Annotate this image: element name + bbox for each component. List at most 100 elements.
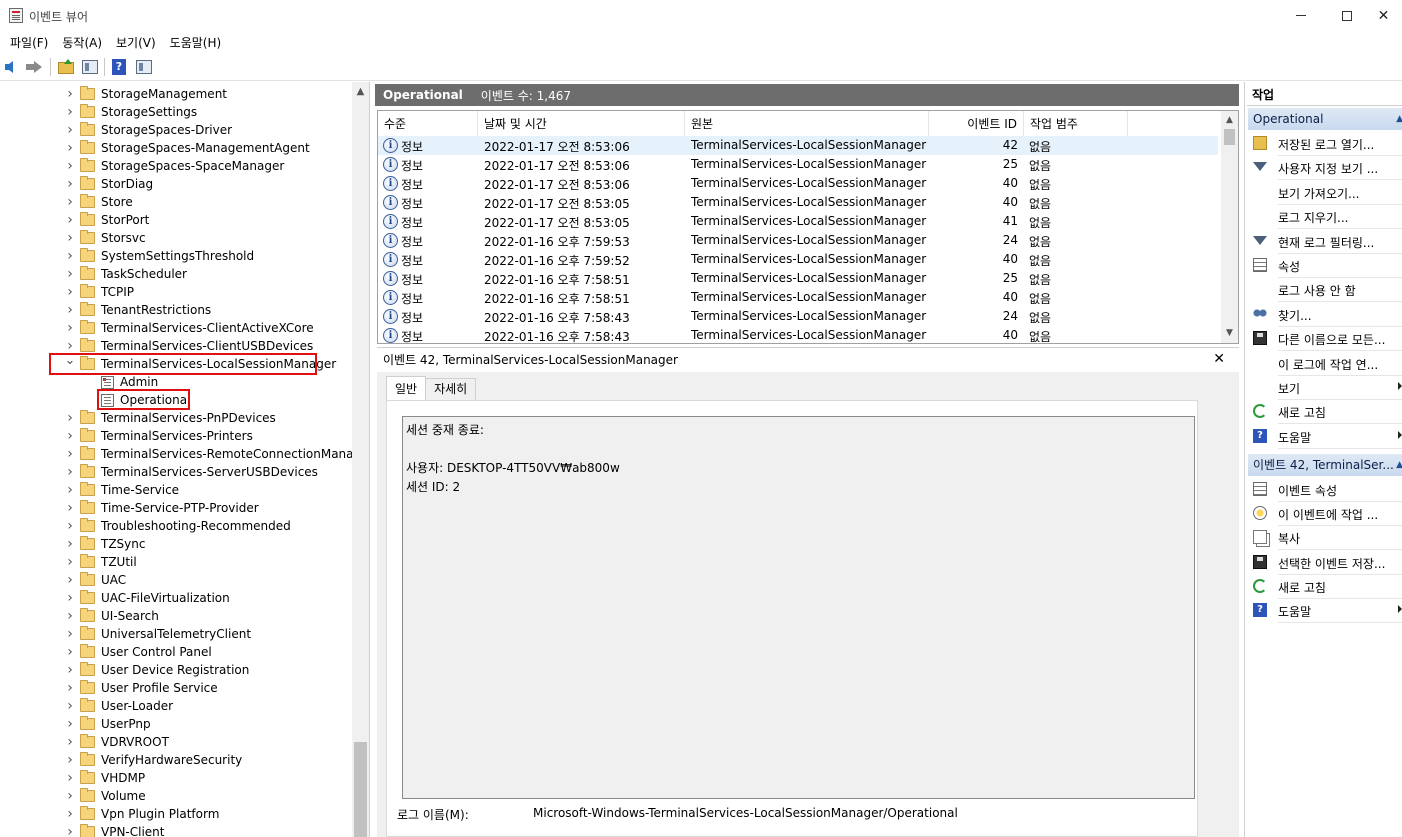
forward-button[interactable] (26, 58, 44, 76)
chevron-right-icon[interactable]: › (64, 555, 76, 569)
chevron-right-icon[interactable]: › (64, 717, 76, 731)
help-button[interactable]: ? (110, 58, 128, 76)
event-row[interactable]: i 정보 2022-01-16 오후 7:58:51 TerminalServices… (378, 269, 1218, 288)
tree-item[interactable]: › Vpn Plugin Platform (0, 805, 352, 823)
chevron-right-icon[interactable]: › (64, 231, 76, 245)
chevron-right-icon[interactable]: › (64, 591, 76, 605)
tree-item[interactable]: › StorageSettings (0, 103, 352, 121)
chevron-right-icon[interactable]: › (64, 447, 76, 461)
event-row[interactable]: i 정보 2022-01-16 오후 7:58:51 TerminalServices… (378, 288, 1218, 307)
column-source[interactable]: 원본 (685, 111, 929, 136)
tree-item[interactable]: › User-Loader (0, 697, 352, 715)
tree-item[interactable]: › StorageSpaces-SpaceManager (0, 157, 352, 175)
tree-item[interactable]: › TZSync (0, 535, 352, 553)
tree-item[interactable]: › TerminalServices-ClientActiveXCore (0, 319, 352, 337)
action-item[interactable]: 다른 이름으로 모든... (1248, 326, 1402, 350)
tree-item[interactable]: › Time-Service (0, 481, 352, 499)
chevron-right-icon[interactable]: › (64, 249, 76, 263)
action-item[interactable]: 복사 (1248, 525, 1402, 549)
action-item[interactable]: ? 도움말 (1248, 424, 1402, 448)
close-detail-icon[interactable]: ✕ (1213, 351, 1225, 367)
event-list-scrollbar[interactable]: ▲ ▼ (1221, 111, 1238, 343)
chevron-right-icon[interactable]: › (64, 141, 76, 155)
event-row[interactable]: i 정보 2022-01-16 오후 7:59:53 TerminalServices… (378, 231, 1218, 250)
chevron-right-icon[interactable]: › (64, 159, 76, 173)
tree-item[interactable]: › StorDiag (0, 175, 352, 193)
event-row[interactable]: i 정보 2022-01-17 오전 8:53:06 TerminalServices… (378, 174, 1218, 193)
chevron-right-icon[interactable]: › (64, 213, 76, 227)
tree-item[interactable]: › StorageManagement (0, 85, 352, 103)
tree-item[interactable]: › StorageSpaces-Driver (0, 121, 352, 139)
tree-item[interactable]: › User Profile Service (0, 679, 352, 697)
scroll-down-icon[interactable]: ▼ (1224, 328, 1235, 339)
tree-item[interactable]: › UAC-FileVirtualization (0, 589, 352, 607)
tree-item[interactable]: › Time-Service-PTP-Provider (0, 499, 352, 517)
action-item[interactable]: 보기 가져오기... (1248, 180, 1402, 204)
tree-item[interactable]: › VerifyHardwareSecurity (0, 751, 352, 769)
tree-item[interactable]: › StorPort (0, 211, 352, 229)
tree-item[interactable]: › TerminalServices-Printers (0, 427, 352, 445)
action-item[interactable]: 찾기... (1248, 302, 1402, 326)
tree-item[interactable]: › Store (0, 193, 352, 211)
action-item[interactable]: ? 도움말 (1248, 598, 1402, 622)
scroll-thumb[interactable] (354, 742, 367, 837)
close-button[interactable]: ✕ (1365, 0, 1402, 31)
menu-view[interactable]: 보기(V) (109, 34, 163, 51)
action-item[interactable]: 저장된 로그 열기... (1248, 131, 1402, 155)
event-row[interactable]: i 정보 2022-01-16 오후 7:59:52 TerminalServices… (378, 250, 1218, 269)
event-row[interactable]: i 정보 2022-01-16 오후 7:58:43 TerminalServices… (378, 326, 1218, 343)
chevron-right-icon[interactable]: › (64, 285, 76, 299)
chevron-right-icon[interactable]: › (64, 303, 76, 317)
column-datetime[interactable]: 날짜 및 시간 (478, 111, 685, 136)
tree-item[interactable]: › UAC (0, 571, 352, 589)
chevron-right-icon[interactable]: › (64, 789, 76, 803)
chevron-right-icon[interactable]: › (64, 123, 76, 137)
tree-item[interactable]: › SystemSettingsThreshold (0, 247, 352, 265)
tree-item[interactable]: › UserPnp (0, 715, 352, 733)
tree-item[interactable]: › TerminalServices-ServerUSBDevices (0, 463, 352, 481)
menu-action[interactable]: 동작(A) (55, 34, 109, 51)
tree-item[interactable]: › TenantRestrictions (0, 301, 352, 319)
action-item[interactable]: 선택한 이벤트 저장... (1248, 550, 1402, 574)
collapse-section-icon[interactable]: ▲ (1396, 108, 1402, 130)
column-event-id[interactable]: 이벤트 ID (929, 111, 1024, 136)
chevron-right-icon[interactable]: › (64, 663, 76, 677)
actions-section-header[interactable]: Operational ▲ (1248, 108, 1402, 130)
tree-item[interactable]: › TerminalServices-RemoteConnectionManage… (0, 445, 369, 463)
show-hide-action-pane-button[interactable] (135, 58, 153, 76)
tree-item[interactable]: › User Control Panel (0, 643, 352, 661)
tree-item[interactable]: › TaskScheduler (0, 265, 352, 283)
scroll-up-icon[interactable]: ▲ (1224, 115, 1235, 126)
tree-item[interactable]: › UI-Search (0, 607, 352, 625)
tree-item[interactable]: › Volume (0, 787, 352, 805)
chevron-right-icon[interactable]: › (64, 753, 76, 767)
chevron-right-icon[interactable]: › (64, 411, 76, 425)
tree-item[interactable]: › UniversalTelemetryClient (0, 625, 352, 643)
tree-scrollbar[interactable]: ▲ (352, 82, 369, 837)
maximize-button[interactable] (1324, 0, 1370, 31)
minimize-button[interactable] (1278, 0, 1324, 31)
action-item[interactable]: 현재 로그 필터링... (1248, 229, 1402, 253)
chevron-right-icon[interactable]: › (64, 87, 76, 101)
action-item[interactable]: 이벤트 속성 (1248, 477, 1402, 501)
tree-item[interactable]: › TZUtil (0, 553, 352, 571)
action-item[interactable]: 로그 사용 안 함 (1248, 277, 1402, 301)
chevron-right-icon[interactable]: › (64, 699, 76, 713)
tree-item[interactable]: › User Device Registration (0, 661, 352, 679)
chevron-right-icon[interactable]: › (64, 645, 76, 659)
action-item[interactable]: 로그 지우기... (1248, 204, 1402, 228)
tree-item[interactable]: › VPN-Client (0, 823, 352, 837)
event-description[interactable]: 세션 중재 종료: 사용자: DESKTOP-4TT50VV₩ab800w 세션… (402, 416, 1195, 799)
tree-item[interactable]: › TCPIP (0, 283, 352, 301)
tree-item[interactable]: › TerminalServices-PnPDevices (0, 409, 352, 427)
action-item[interactable]: 이 이벤트에 작업 ... (1248, 501, 1402, 525)
event-row[interactable]: i 정보 2022-01-17 오전 8:53:06 TerminalServices… (378, 136, 1218, 155)
action-item[interactable]: 이 로그에 작업 연... (1248, 351, 1402, 375)
menu-file[interactable]: 파일(F) (3, 34, 55, 51)
scroll-thumb[interactable] (1224, 129, 1235, 145)
action-item[interactable]: 속성 (1248, 253, 1402, 277)
chevron-right-icon[interactable]: › (64, 177, 76, 191)
action-item[interactable]: 보기 (1248, 375, 1402, 399)
event-row[interactable]: i 정보 2022-01-16 오후 7:58:43 TerminalServices… (378, 307, 1218, 326)
action-item[interactable]: 사용자 지정 보기 ... (1248, 155, 1402, 179)
